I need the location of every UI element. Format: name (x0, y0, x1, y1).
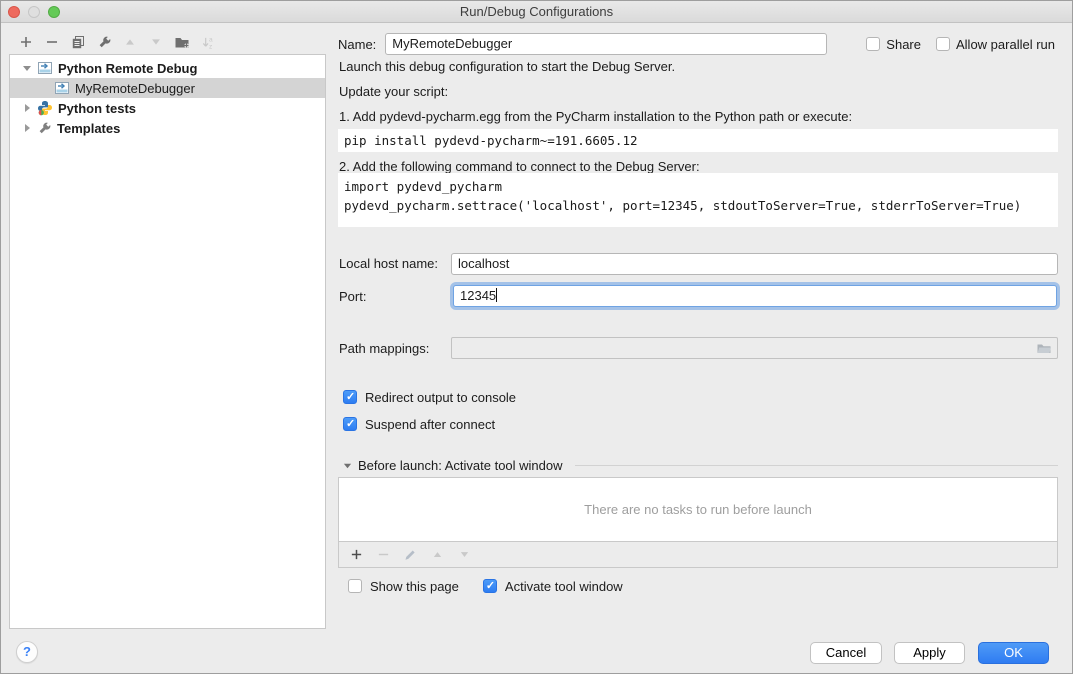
page-options-row: Show this page Activate tool window (348, 578, 623, 594)
tree-item-templates[interactable]: Templates (10, 118, 325, 138)
path-mappings-input[interactable] (451, 337, 1058, 359)
titlebar: Run/Debug Configurations (1, 1, 1072, 23)
move-up-button[interactable] (122, 34, 138, 50)
name-value: MyRemoteDebugger (392, 36, 512, 51)
wrench-icon (97, 35, 112, 50)
local-host-label: Local host name: (339, 256, 438, 271)
edit-templates-button[interactable] (96, 34, 112, 50)
port-input[interactable]: 12345 (453, 285, 1057, 307)
remove-task-button[interactable] (375, 547, 391, 563)
chevron-right-icon[interactable] (22, 103, 32, 113)
plus-icon (350, 548, 363, 561)
port-value: 12345 (460, 288, 496, 303)
move-task-up-button[interactable] (429, 547, 445, 563)
sort-configurations-button[interactable]: az (200, 34, 216, 50)
suspend-row: Suspend after connect (343, 416, 495, 432)
move-down-button[interactable] (148, 34, 164, 50)
add-configuration-button[interactable] (18, 34, 34, 50)
chevron-down-icon[interactable] (22, 63, 32, 73)
activate-tool-window-label: Activate tool window (505, 579, 623, 594)
cancel-button[interactable]: Cancel (810, 642, 882, 664)
run-debug-configurations-dialog: Run/Debug Configurations az (0, 0, 1073, 674)
redirect-output-row: Redirect output to console (343, 389, 516, 405)
share-checkbox[interactable] (866, 37, 880, 51)
configurations-tree: Python Remote Debug MyRemoteDebugger Pyt… (9, 54, 326, 629)
edit-task-button[interactable] (402, 547, 418, 563)
plus-icon (19, 35, 33, 49)
configurations-toolbar: az (18, 32, 216, 52)
activate-tool-window-checkbox[interactable] (483, 579, 497, 593)
instruction-intro: Launch this debug configuration to start… (339, 59, 1058, 76)
redirect-output-checkbox[interactable] (343, 390, 357, 404)
chevron-right-icon[interactable] (22, 123, 32, 133)
apply-button[interactable]: Apply (894, 642, 965, 664)
suspend-after-connect-checkbox[interactable] (343, 417, 357, 431)
path-mappings-label: Path mappings: (339, 341, 429, 356)
remove-configuration-button[interactable] (44, 34, 60, 50)
name-row: Name: MyRemoteDebugger Share Allow paral… (338, 33, 1060, 55)
minus-icon (377, 548, 390, 561)
copy-icon (70, 34, 86, 50)
instruction-step1: 1. Add pydevd-pycharm.egg from the PyCha… (339, 109, 1058, 126)
code-line-1: import pydevd_pycharm (344, 177, 1052, 196)
show-this-page-checkbox[interactable] (348, 579, 362, 593)
ok-button[interactable]: OK (978, 642, 1049, 664)
arrow-down-icon (458, 548, 471, 561)
help-button[interactable]: ? (16, 641, 38, 663)
copy-configuration-button[interactable] (70, 34, 86, 50)
arrow-up-icon (123, 35, 137, 49)
svg-text:a: a (208, 36, 212, 43)
redirect-output-label: Redirect output to console (365, 390, 516, 405)
remote-debug-icon (54, 80, 70, 96)
python-tests-icon (37, 100, 53, 116)
local-host-input[interactable]: localhost (451, 253, 1058, 275)
tree-item-label: MyRemoteDebugger (75, 81, 195, 96)
window-title: Run/Debug Configurations (1, 1, 1072, 22)
sort-az-icon: az (201, 35, 216, 50)
allow-parallel-run-checkbox[interactable] (936, 37, 950, 51)
chevron-down-icon[interactable] (343, 461, 352, 470)
tree-item-label: Templates (57, 121, 120, 136)
new-folder-icon (174, 34, 190, 50)
tree-item-label: Python tests (58, 101, 136, 116)
instruction-update: Update your script: (339, 84, 1058, 101)
minus-icon (45, 35, 59, 49)
close-window-button[interactable] (8, 6, 20, 18)
before-launch-task-list: There are no tasks to run before launch (338, 477, 1058, 542)
suspend-after-connect-label: Suspend after connect (365, 417, 495, 432)
question-mark-icon: ? (23, 644, 31, 659)
empty-tasks-message: There are no tasks to run before launch (584, 502, 812, 517)
name-input[interactable]: MyRemoteDebugger (385, 33, 827, 55)
remote-debug-icon (37, 60, 53, 76)
before-launch-title: Before launch: Activate tool window (358, 458, 563, 473)
text-caret (496, 288, 497, 302)
move-task-down-button[interactable] (456, 547, 472, 563)
tree-item-myremotedebugger[interactable]: MyRemoteDebugger (10, 78, 325, 98)
tree-item-python-remote-debug[interactable]: Python Remote Debug (10, 58, 325, 78)
local-host-value: localhost (458, 256, 509, 271)
port-label: Port: (339, 289, 366, 304)
section-divider (575, 465, 1058, 466)
zoom-window-button[interactable] (48, 6, 60, 18)
tree-item-label: Python Remote Debug (58, 61, 197, 76)
settrace-code: import pydevd_pycharm pydevd_pycharm.set… (338, 173, 1058, 227)
show-this-page-label: Show this page (370, 579, 459, 594)
tree-item-python-tests[interactable]: Python tests (10, 98, 325, 118)
add-task-button[interactable] (348, 547, 364, 563)
wrench-icon (37, 121, 52, 136)
svg-text:z: z (208, 43, 211, 49)
folder-icon[interactable] (1036, 340, 1052, 356)
before-launch-header[interactable]: Before launch: Activate tool window (343, 458, 1058, 473)
allow-parallel-run-label: Allow parallel run (956, 37, 1055, 52)
before-launch-toolbar (338, 542, 1058, 568)
name-label: Name: (338, 37, 376, 52)
pencil-icon (403, 548, 417, 562)
arrow-down-icon (149, 35, 163, 49)
share-label: Share (886, 37, 921, 52)
minimize-window-button[interactable] (28, 6, 40, 18)
pip-command-code: pip install pydevd-pycharm~=191.6605.12 (338, 129, 1058, 152)
code-line-2: pydevd_pycharm.settrace('localhost', por… (344, 196, 1052, 215)
create-folder-button[interactable] (174, 34, 190, 50)
arrow-up-icon (431, 548, 444, 561)
